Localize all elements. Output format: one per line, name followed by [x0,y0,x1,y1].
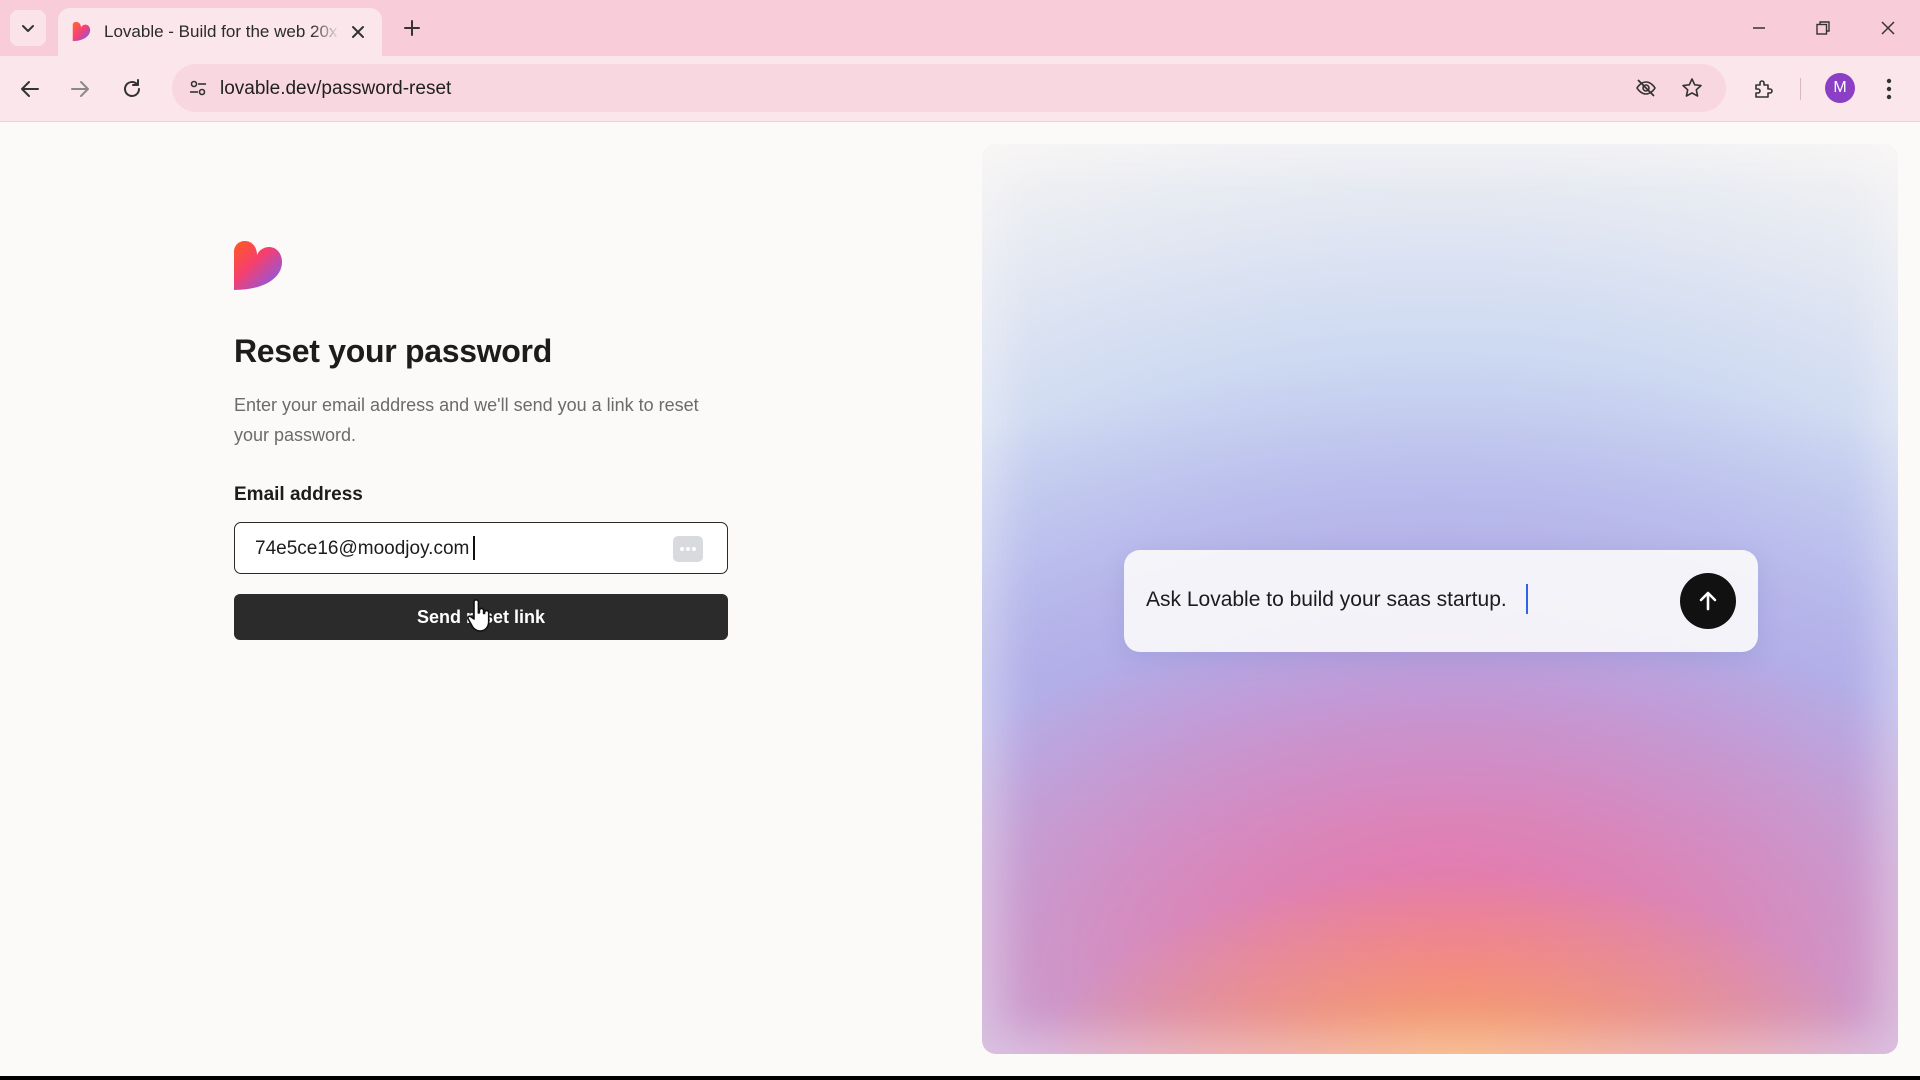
browser-window: Lovable - Build for the web 20x faster [0,0,1920,1076]
minimize-icon [1753,27,1765,29]
site-info-button[interactable] [182,72,214,104]
tab-title: Lovable - Build for the web 20x faster [104,22,340,41]
puzzle-icon [1755,80,1773,98]
prompt-caret [1526,584,1528,614]
email-label: Email address [234,484,363,505]
profile-avatar[interactable]: M [1825,73,1855,103]
minimize-button[interactable] [1735,8,1783,48]
restore-icon [1816,21,1830,35]
new-tab-button[interactable] [396,12,428,44]
dots-icon [680,547,696,551]
eye-off-icon [1636,79,1656,97]
restore-button[interactable] [1799,8,1847,48]
tab-search-button[interactable] [10,10,46,46]
toolbar-separator [1800,78,1801,100]
prompt-input[interactable]: Ask Lovable to build your saas startup. [1124,550,1758,652]
star-icon [1682,78,1702,97]
bookmark-button[interactable] [1678,74,1706,102]
lovable-favicon-icon [72,21,91,42]
address-bar[interactable]: lovable.dev/password-reset [172,64,1726,112]
arrow-up-icon [1699,591,1717,611]
close-window-button[interactable] [1864,8,1912,48]
plus-icon [404,20,420,36]
close-icon [1881,21,1895,35]
tune-icon [190,80,206,96]
browser-tab[interactable]: Lovable - Build for the web 20x faster [58,8,382,56]
arrow-right-icon [71,81,89,97]
password-manager-button[interactable] [673,536,703,562]
tab-strip: Lovable - Build for the web 20x faster [0,0,1920,56]
email-value: 74e5ce16@moodjoy.com [255,538,470,559]
hand-cursor-icon [467,599,490,632]
lovable-logo-icon [234,241,282,290]
forward-button[interactable] [61,70,99,108]
hero-panel: Ask Lovable to build your saas startup. [982,144,1898,1054]
browser-toolbar: lovable.dev/password-reset [0,56,1920,122]
prompt-text: Ask Lovable to build your saas startup. [1146,588,1507,611]
page-content: Reset your password Enter your email add… [0,122,1920,1076]
url-text: lovable.dev/password-reset [220,78,452,99]
eye-off-button[interactable] [1632,74,1660,102]
kebab-menu-icon [1886,78,1892,100]
text-caret [473,536,475,560]
extensions-button[interactable] [1747,72,1781,106]
page-description: Enter your email address and we'll send … [234,395,699,445]
close-icon [352,26,364,38]
reload-icon [124,79,140,97]
email-field[interactable]: 74e5ce16@moodjoy.com [234,522,728,574]
arrow-left-icon [21,81,39,97]
back-button[interactable] [11,70,49,108]
prompt-send-button[interactable] [1680,573,1736,629]
chevron-down-icon [22,25,34,32]
tab-close-button[interactable] [346,20,370,44]
reload-button[interactable] [113,70,151,108]
page-title: Reset your password [234,333,552,369]
menu-button[interactable] [1872,72,1906,106]
